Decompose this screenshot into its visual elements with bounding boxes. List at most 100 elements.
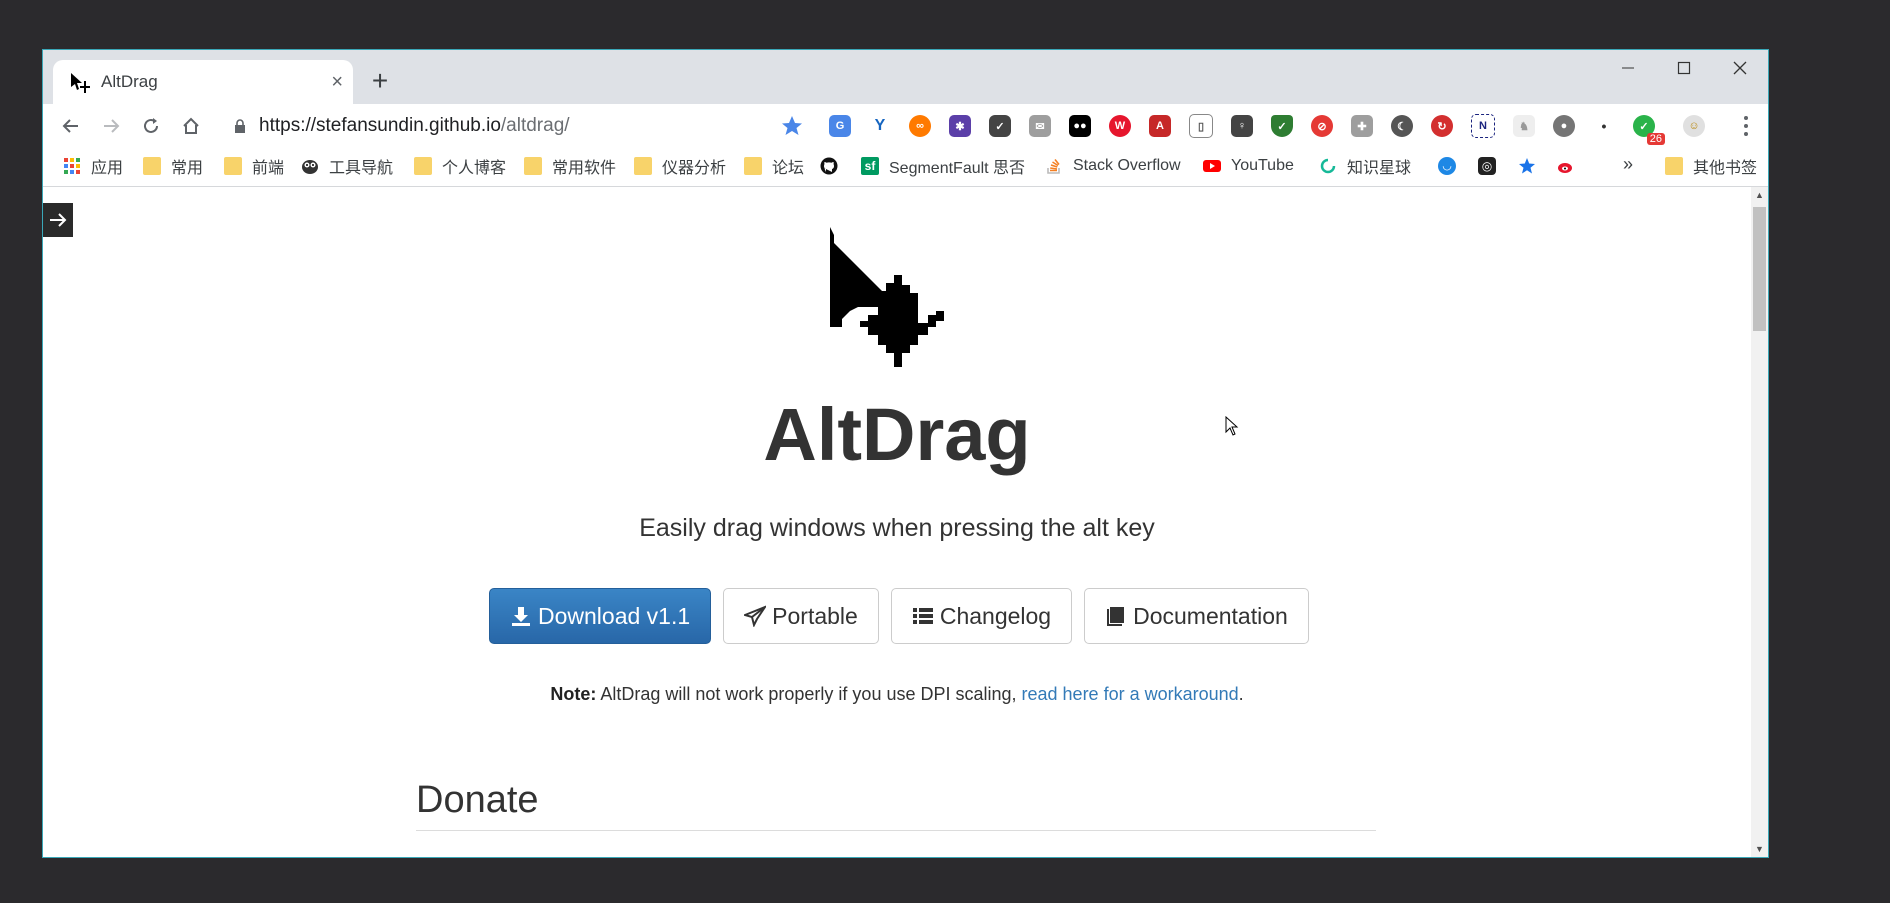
bookmark-camera[interactable]: ◎: [1478, 154, 1506, 178]
owl-icon: [302, 160, 318, 174]
lightbulb-icon[interactable]: ♀: [1231, 115, 1253, 137]
weibo-extension-icon[interactable]: W: [1109, 115, 1131, 137]
page-content: AltDrag Easily drag windows when pressin…: [43, 187, 1768, 857]
block-icon[interactable]: ⊘: [1311, 115, 1333, 137]
bookmark-github[interactable]: [820, 154, 848, 178]
donate-heading: Donate: [416, 779, 539, 821]
bookmark-folder-software[interactable]: 常用软件: [524, 154, 616, 178]
bookmark-segmentfault[interactable]: sf SegmentFault 思否: [861, 154, 1025, 178]
bookmark-label: 工具导航: [329, 160, 394, 177]
bookmark-folder-frontend[interactable]: 前端: [224, 154, 284, 178]
scrollbar-thumb[interactable]: [1753, 207, 1766, 331]
maximize-button[interactable]: [1656, 50, 1712, 86]
note-label: Note:: [550, 684, 597, 704]
forward-button[interactable]: [97, 112, 125, 140]
moon-icon[interactable]: ☾: [1391, 115, 1413, 137]
close-icon: [1733, 61, 1747, 75]
reload-button[interactable]: [137, 112, 165, 140]
bookmark-tools-nav[interactable]: 工具导航: [301, 154, 393, 178]
new-tab-button[interactable]: +: [363, 65, 397, 99]
url-path: /altdrag/: [500, 115, 570, 136]
bookmark-stackoverflow[interactable]: Stack Overflow: [1045, 154, 1181, 178]
shield-icon[interactable]: ✓: [1271, 115, 1293, 137]
github-icon: [820, 157, 838, 175]
bookmark-label: Stack Overflow: [1073, 157, 1181, 174]
dpi-note: Note: AltDrag will not work properly if …: [43, 684, 1751, 705]
download-button[interactable]: Download v1.1: [489, 588, 712, 644]
bookmarks-overflow-button[interactable]: »: [1623, 154, 1633, 175]
tampermonkey-icon[interactable]: ●●: [1069, 115, 1091, 137]
bookmark-label: 应用: [91, 160, 124, 177]
pocket-icon[interactable]: ✓: [989, 115, 1011, 137]
page-title: AltDrag: [763, 393, 1031, 476]
arrow-right-icon: [50, 213, 67, 227]
puzzle-icon[interactable]: ✚: [1351, 115, 1373, 137]
tab-close-icon[interactable]: ×: [331, 72, 343, 92]
bookmark-bilibili[interactable]: ◡: [1438, 154, 1466, 178]
mail-checker-icon[interactable]: ✉: [1029, 115, 1051, 137]
bookmark-folder-instrument[interactable]: 仪器分析: [634, 154, 726, 178]
camera-icon: ◎: [1478, 157, 1496, 175]
address-bar[interactable]: https://stefansundin.github.io/altdrag/: [233, 108, 833, 144]
green-check-icon[interactable]: ✓ 26: [1633, 115, 1665, 145]
spiral-extension-icon[interactable]: ✱: [949, 115, 971, 137]
bookmark-folder-forum[interactable]: 论坛: [744, 154, 804, 178]
youtube-icon: [1203, 160, 1221, 172]
close-window-button[interactable]: [1712, 50, 1768, 86]
minimize-button[interactable]: [1600, 50, 1656, 86]
documentation-button[interactable]: Documentation: [1084, 588, 1309, 644]
cat-icon[interactable]: ♞: [1513, 115, 1535, 137]
folder-icon: [224, 157, 242, 175]
book-icon[interactable]: ▯: [1189, 114, 1213, 138]
bookmark-zsxq[interactable]: 知识星球: [1319, 154, 1411, 178]
dot-icon[interactable]: •: [1593, 115, 1615, 137]
bookmark-folder-blog[interactable]: 个人博客: [414, 154, 506, 178]
home-button[interactable]: [177, 112, 205, 140]
n-extension-icon[interactable]: N: [1471, 114, 1495, 138]
y-extension-icon[interactable]: Y: [869, 115, 891, 137]
bookmark-apps[interactable]: 应用: [63, 154, 123, 178]
scroll-up-arrow-icon[interactable]: ▲: [1751, 187, 1768, 203]
apps-grid-icon: [64, 158, 80, 174]
bookmark-label: 仪器分析: [662, 160, 727, 177]
tab-strip: AltDrag × +: [43, 50, 1768, 104]
bookmark-youtube[interactable]: YouTube: [1203, 154, 1294, 178]
folder-icon: [524, 157, 542, 175]
menu-dots-icon[interactable]: [1742, 114, 1750, 138]
altdrag-logo: [830, 227, 944, 367]
workaround-link[interactable]: read here for a workaround: [1022, 684, 1239, 704]
tab-altdrag[interactable]: AltDrag ×: [53, 60, 353, 104]
stackoverflow-icon: [1047, 159, 1060, 174]
red-circle-icon[interactable]: ↻: [1431, 115, 1453, 137]
pdf-icon[interactable]: A: [1149, 115, 1171, 137]
infinity-icon[interactable]: ∞: [909, 115, 931, 137]
sidebar-toggle-button[interactable]: [43, 203, 73, 237]
action-buttons: Download v1.1 Portable Changelog Documen…: [489, 588, 1321, 644]
folder-icon: [414, 157, 432, 175]
tomato-icon[interactable]: ●: [1553, 115, 1575, 137]
altdrag-favicon-icon: [71, 73, 90, 93]
bookmark-star-icon[interactable]: [780, 114, 804, 138]
bookmark-folder-common[interactable]: 常用: [143, 154, 203, 178]
avatar[interactable]: ☺: [1683, 115, 1705, 137]
changelog-button[interactable]: Changelog: [890, 588, 1073, 644]
vertical-scrollbar[interactable]: ▲ ▼: [1751, 187, 1768, 857]
note-text: AltDrag will not work properly if you us…: [596, 684, 1022, 704]
google-translate-icon[interactable]: G: [829, 115, 851, 137]
maximize-icon: [1677, 61, 1691, 75]
bookmark-label: 前端: [252, 160, 285, 177]
lock-icon: [235, 119, 245, 133]
extension-icons: G Y ∞ ✱ ✓ ✉ ●● W A ▯ ♀ ✓ ⊘ ✚ ☾ ↻ N ♞ ● •…: [829, 112, 1723, 145]
mouse-cursor-icon: [1225, 416, 1239, 436]
back-button[interactable]: [57, 112, 85, 140]
bookmark-label: SegmentFault 思否: [889, 160, 1026, 177]
home-icon: [183, 117, 199, 134]
star-icon: [1519, 158, 1535, 174]
book-icon: [1107, 607, 1125, 626]
portable-button[interactable]: Portable: [723, 588, 879, 644]
bookmark-weibo[interactable]: [1557, 154, 1585, 178]
scroll-down-arrow-icon[interactable]: ▼: [1751, 841, 1768, 857]
bookmark-folder-other[interactable]: 其他书签: [1665, 154, 1757, 178]
download-icon: [512, 607, 530, 626]
bookmark-star[interactable]: [1518, 154, 1546, 178]
